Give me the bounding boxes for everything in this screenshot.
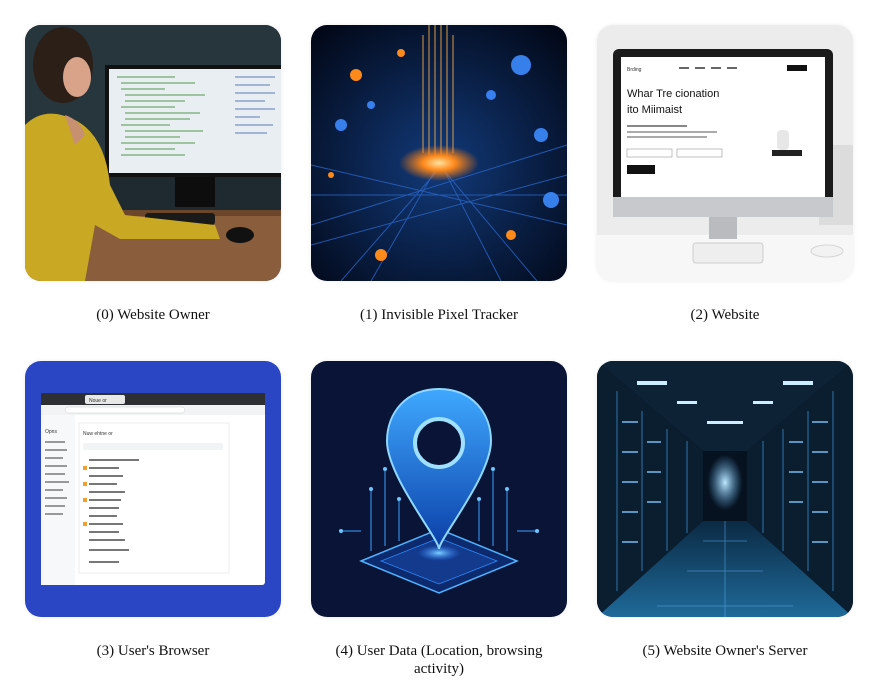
site-heading-line1: Whar Tre cionation (627, 88, 719, 100)
website-owner-image (25, 25, 281, 281)
site-brand: Brding (627, 67, 642, 73)
server-image (597, 361, 853, 617)
panel-caption: (5) Website Owner's Server (642, 643, 808, 659)
glowing-pixel-circuit-icon (311, 25, 567, 281)
website-image: Brding Whar Tre cionation ito Miimaist (597, 25, 853, 281)
browser-panel-title: Nuw ehtne or (83, 431, 113, 437)
panel-caption: (1) Invisible Pixel Tracker (360, 307, 518, 323)
browser-sidebar-title: Opns (45, 429, 57, 435)
panel-caption: (0) Website Owner (96, 307, 210, 323)
panel-caption: (3) User's Browser (96, 643, 210, 659)
pixel-tracker-image (311, 25, 567, 281)
panel-caption: (2) Website (690, 307, 760, 323)
panel-caption: (4) User Data (Location, browsing activi… (335, 643, 543, 677)
site-heading-line2: ito Miimaist (627, 104, 682, 116)
location-pin-chip-icon (311, 361, 567, 617)
browser-tab-label: Noue or (89, 398, 107, 404)
user-data-image (311, 361, 567, 617)
person-at-computer-icon (25, 25, 281, 281)
browser-image: Noue or Opns Nuw ehtne or (25, 361, 281, 617)
server-room-icon (597, 361, 853, 617)
browser-window-icon: Noue or Opns Nuw ehtne or (25, 361, 281, 617)
desktop-website-icon: Brding Whar Tre cionation ito Miimaist (597, 25, 853, 281)
